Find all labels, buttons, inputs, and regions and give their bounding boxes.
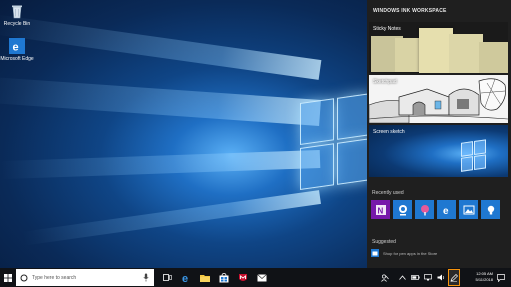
edge-icon: e xyxy=(443,206,449,216)
tray-ink-workspace-button[interactable] xyxy=(448,269,460,286)
taskbar-store[interactable] xyxy=(217,268,231,287)
suggested-store-item[interactable]: Shop for pen apps in the Store xyxy=(371,249,437,257)
task-view-icon xyxy=(162,274,172,281)
file-explorer-icon xyxy=(200,274,210,282)
svg-text:e: e xyxy=(182,273,188,283)
svg-text:e: e xyxy=(13,42,19,54)
tray-network[interactable] xyxy=(423,268,433,287)
suggested-item-text: Shop for pen apps in the Store xyxy=(383,250,438,256)
task-view-button[interactable] xyxy=(160,268,174,287)
action-center-button[interactable] xyxy=(494,268,508,287)
desktop-icon-label: Recycle Bin xyxy=(3,21,31,27)
tray-people[interactable] xyxy=(380,268,390,287)
recent-apps-row: N e xyxy=(371,200,500,219)
recent-app-edge[interactable]: e xyxy=(437,200,456,219)
recent-app-tips[interactable] xyxy=(481,200,500,219)
onenote-icon: N xyxy=(375,204,386,215)
battery-icon xyxy=(410,275,420,280)
desktop-icon-edge[interactable]: e Microsoft Edge xyxy=(0,38,34,62)
taskbar-edge[interactable]: e xyxy=(179,268,193,287)
tray-clock[interactable]: 12:05 AM 5/11/2018 xyxy=(476,271,494,283)
panel-title: WINDOWS INK WORKSPACE xyxy=(373,8,447,14)
network-icon xyxy=(424,274,432,281)
suggested-label: Suggested xyxy=(372,239,396,245)
screen-sketch-tile[interactable]: Screen sketch xyxy=(369,125,508,177)
store-icon xyxy=(219,272,229,282)
logo-pane xyxy=(337,138,367,185)
sketchpad-tile[interactable]: Sketchpad xyxy=(369,75,508,123)
logo-pane xyxy=(300,143,334,191)
ink-workspace-icon xyxy=(450,273,458,282)
recent-app-onenote[interactable]: N xyxy=(371,200,390,219)
light-beam xyxy=(0,150,321,180)
sticky-note xyxy=(449,34,483,73)
notification-icon xyxy=(497,273,505,282)
tray-battery[interactable] xyxy=(410,268,420,287)
light-beam xyxy=(0,76,321,126)
light-beam xyxy=(21,190,321,246)
mini-windows-logo xyxy=(461,139,487,173)
search-circle-icon xyxy=(20,274,28,281)
mail-icon xyxy=(257,273,267,281)
photos-icon xyxy=(463,205,474,214)
windows-logo-glow xyxy=(300,93,367,191)
taskbar-mcafee[interactable] xyxy=(236,268,250,287)
mcafee-icon xyxy=(239,273,247,281)
light-beam xyxy=(0,14,322,80)
store-icon xyxy=(371,249,379,257)
sticky-notes-tile[interactable]: Sticky Notes xyxy=(369,22,508,73)
recent-app-photos[interactable] xyxy=(459,200,478,219)
edge-icon: e xyxy=(9,38,25,54)
start-button[interactable] xyxy=(0,268,16,287)
ink-workspace-panel: WINDOWS INK WORKSPACE Sticky Notes Sketc… xyxy=(367,0,511,268)
taskbar-search-box[interactable]: Type here to search xyxy=(16,269,154,286)
tips-icon xyxy=(487,205,494,214)
sticky-note xyxy=(419,28,453,73)
tile-label: Screen sketch xyxy=(373,129,405,135)
logo-pane xyxy=(300,98,334,146)
recent-app-webcam[interactable] xyxy=(393,200,412,219)
logo-pane xyxy=(337,93,367,140)
tray-show-hidden[interactable] xyxy=(397,268,407,287)
taskbar-mail[interactable] xyxy=(255,268,269,287)
webcam-icon xyxy=(398,204,407,215)
svg-text:e: e xyxy=(443,206,449,216)
recently-used-label: Recently used xyxy=(372,190,404,196)
volume-icon xyxy=(437,274,444,281)
windows-start-icon xyxy=(4,273,12,282)
fresh-paint-icon xyxy=(420,204,429,215)
edge-icon: e xyxy=(182,273,188,283)
sticky-note xyxy=(479,42,508,73)
tile-label: Sketchpad xyxy=(373,79,397,85)
desktop-background: Recycle Bin e Microsoft Edge xyxy=(0,0,367,268)
recycle-bin-icon xyxy=(9,3,25,19)
desktop-icon-recycle-bin[interactable]: Recycle Bin xyxy=(0,3,34,27)
recent-app-fresh-paint[interactable] xyxy=(415,200,434,219)
taskbar-file-explorer[interactable] xyxy=(198,268,212,287)
svg-text:N: N xyxy=(377,206,383,215)
search-placeholder: Type here to search xyxy=(32,274,77,281)
clock-date: 5/11/2018 xyxy=(475,277,494,282)
people-icon xyxy=(381,274,389,282)
tray-volume[interactable] xyxy=(436,268,446,287)
taskbar: Type here to search e 12:05 AM 5/11/2018 xyxy=(0,268,511,287)
chevron-up-icon xyxy=(398,275,406,280)
tile-label: Sticky Notes xyxy=(373,26,401,32)
desktop-icon-label: Microsoft Edge xyxy=(0,56,34,62)
mic-icon[interactable] xyxy=(143,273,149,282)
